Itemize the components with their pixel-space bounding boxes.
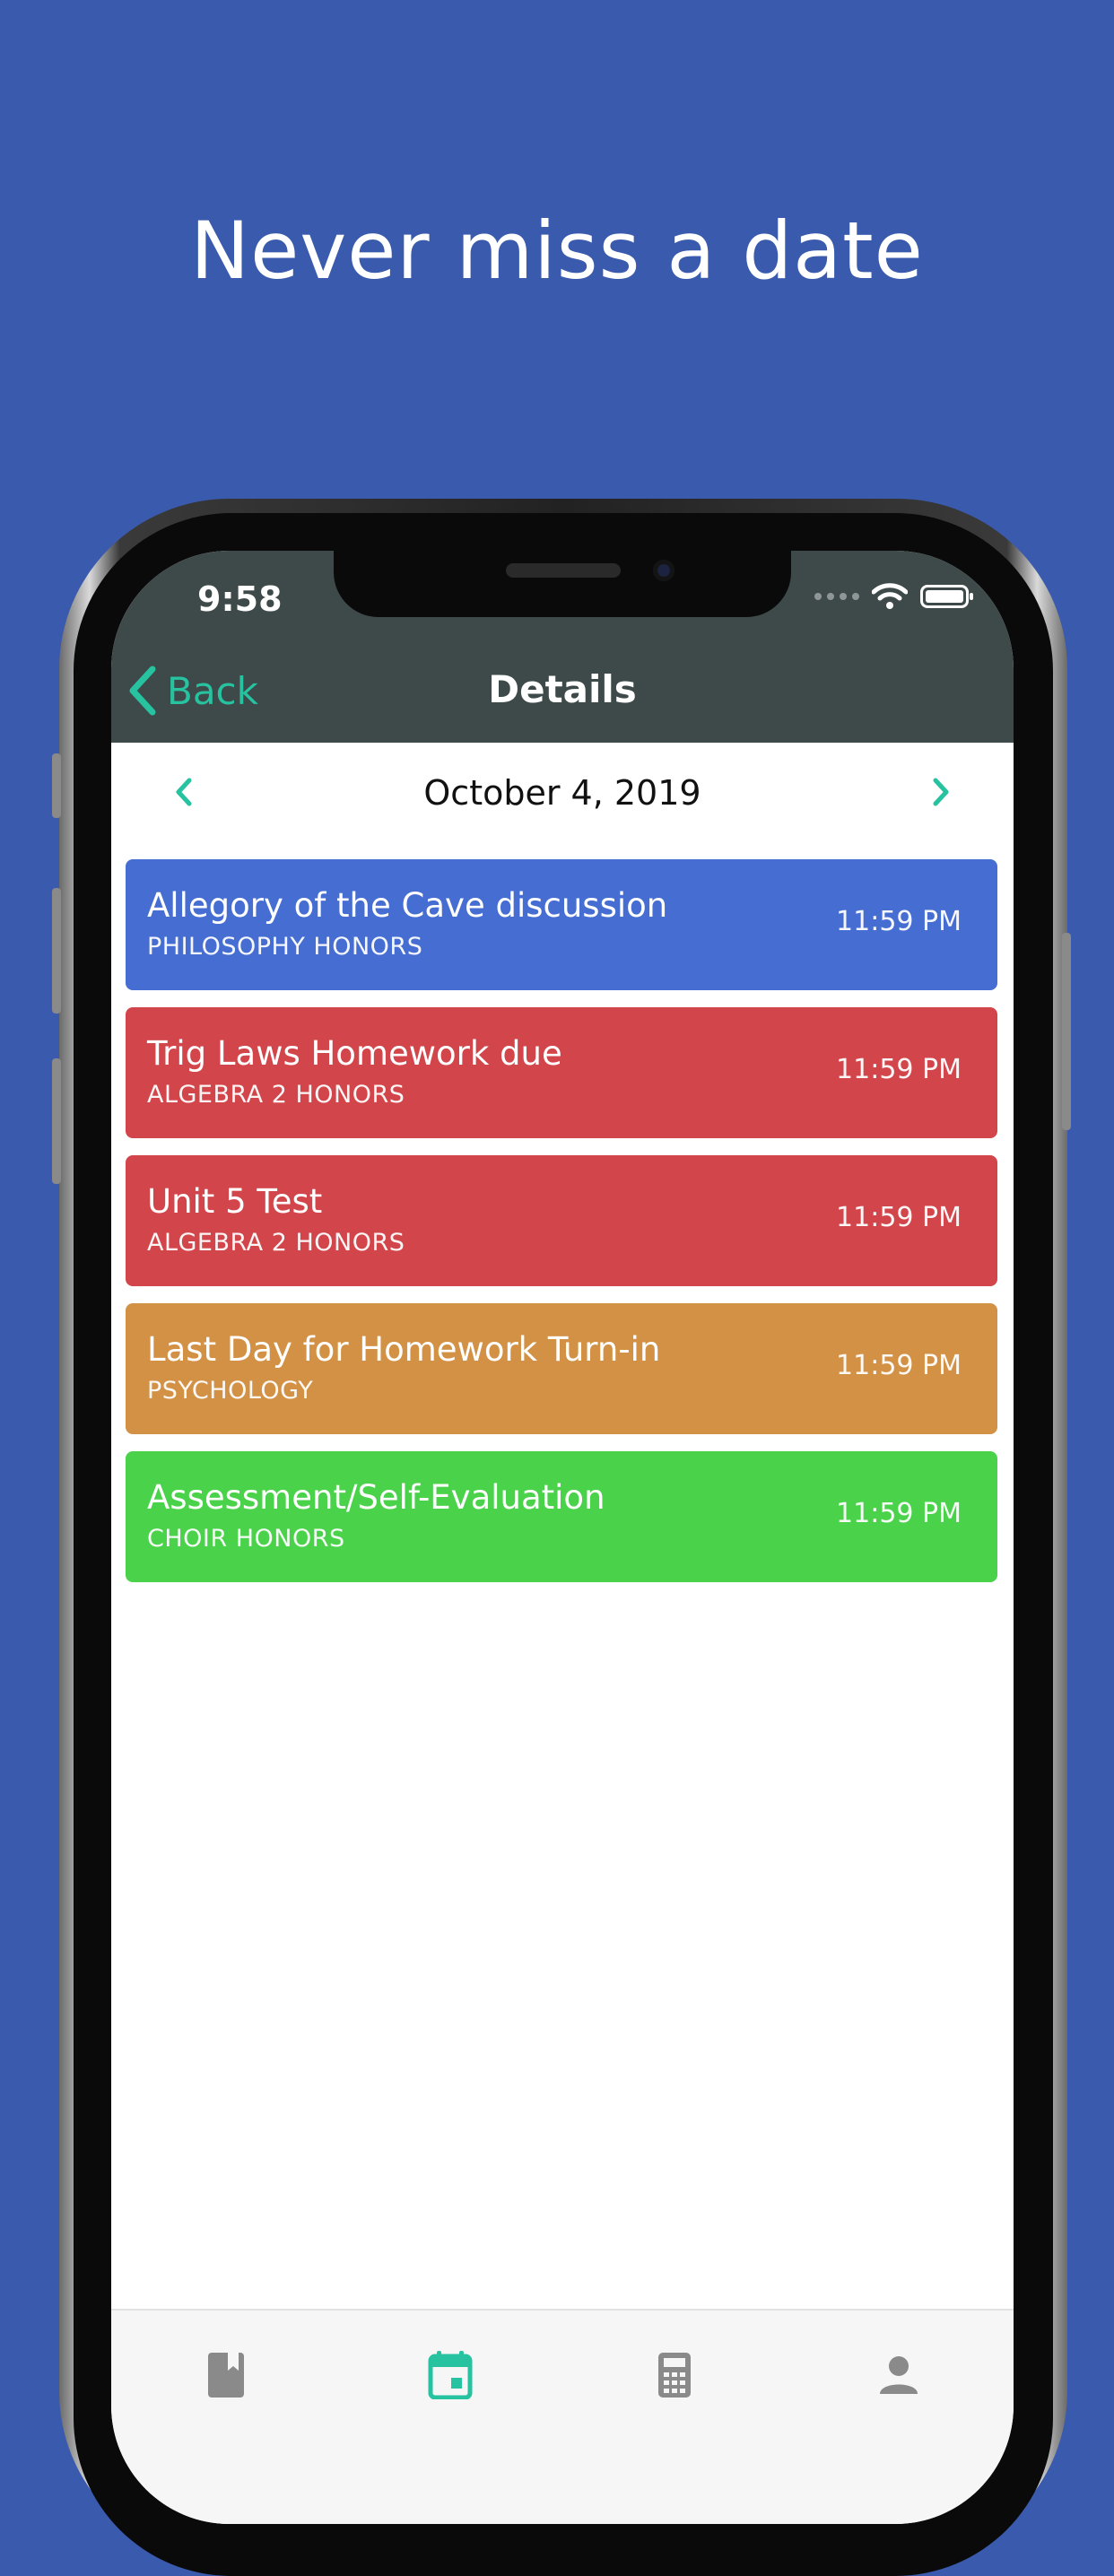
tab-bar: [111, 2309, 1014, 2524]
assignment-title: Assessment/Self-Evaluation: [147, 1478, 605, 1517]
assignment-card[interactable]: Unit 5 Test ALGEBRA 2 HONORS 11:59 PM: [126, 1155, 997, 1286]
speaker: [506, 563, 621, 578]
assignment-card[interactable]: Allegory of the Cave discussion PHILOSOP…: [126, 859, 997, 990]
person-icon: [880, 2356, 918, 2394]
assignment-card[interactable]: Assessment/Self-Evaluation CHOIR HONORS …: [126, 1451, 997, 1582]
assignment-title: Last Day for Homework Turn-in: [147, 1330, 661, 1369]
book-icon: [208, 2353, 244, 2398]
assignment-course: ALGEBRA 2 HONORS: [147, 1081, 405, 1109]
assignment-time: 11:59 PM: [836, 1054, 962, 1085]
notch: [334, 551, 791, 617]
assignment-course: PHILOSOPHY HONORS: [147, 933, 423, 961]
assignment-time: 11:59 PM: [836, 1202, 962, 1233]
camera: [653, 560, 674, 581]
volume-down-button: [52, 1058, 61, 1184]
calculator-icon: [658, 2353, 691, 2398]
assignment-time: 11:59 PM: [836, 1350, 962, 1381]
power-button: [1062, 933, 1071, 1130]
status-time: 9:58: [197, 579, 283, 619]
assignment-course: ALGEBRA 2 HONORS: [147, 1229, 405, 1257]
tab-calendar[interactable]: [423, 2348, 477, 2402]
assignment-course: CHOIR HONORS: [147, 1525, 345, 1553]
next-date-button[interactable]: [918, 770, 963, 814]
phone-screen: 9:58 Back Details October 4, 2019 Allego…: [111, 551, 1014, 2524]
assignment-card[interactable]: Last Day for Homework Turn-in PSYCHOLOGY…: [126, 1303, 997, 1434]
headline: Never miss a date: [190, 205, 924, 297]
tab-profile[interactable]: [872, 2348, 926, 2402]
status-icons: [814, 583, 973, 610]
battery-icon: [920, 585, 973, 608]
assignment-title: Trig Laws Homework due: [147, 1034, 562, 1073]
wifi-icon: [872, 583, 908, 609]
tab-calculator[interactable]: [648, 2348, 701, 2402]
tab-classes[interactable]: [199, 2348, 253, 2402]
calendar-icon: [428, 2351, 473, 2399]
assignment-list: Allegory of the Cave discussion PHILOSOP…: [126, 859, 997, 1599]
assignment-title: Allegory of the Cave discussion: [147, 886, 668, 925]
assignment-title: Unit 5 Test: [147, 1182, 323, 1221]
assignment-time: 11:59 PM: [836, 906, 962, 937]
silent-switch: [52, 753, 61, 818]
volume-up-button: [52, 888, 61, 1014]
assignment-time: 11:59 PM: [836, 1498, 962, 1529]
assignment-course: PSYCHOLOGY: [147, 1377, 314, 1405]
chevron-right-icon: [933, 778, 949, 806]
current-date: October 4, 2019: [423, 773, 701, 813]
page-title: Details: [488, 667, 637, 711]
signal-icon: [814, 593, 859, 600]
assignment-card[interactable]: Trig Laws Homework due ALGEBRA 2 HONORS …: [126, 1007, 997, 1138]
navigation-header: 9:58 Back Details: [111, 551, 1014, 743]
date-navigator: October 4, 2019: [111, 743, 1014, 841]
